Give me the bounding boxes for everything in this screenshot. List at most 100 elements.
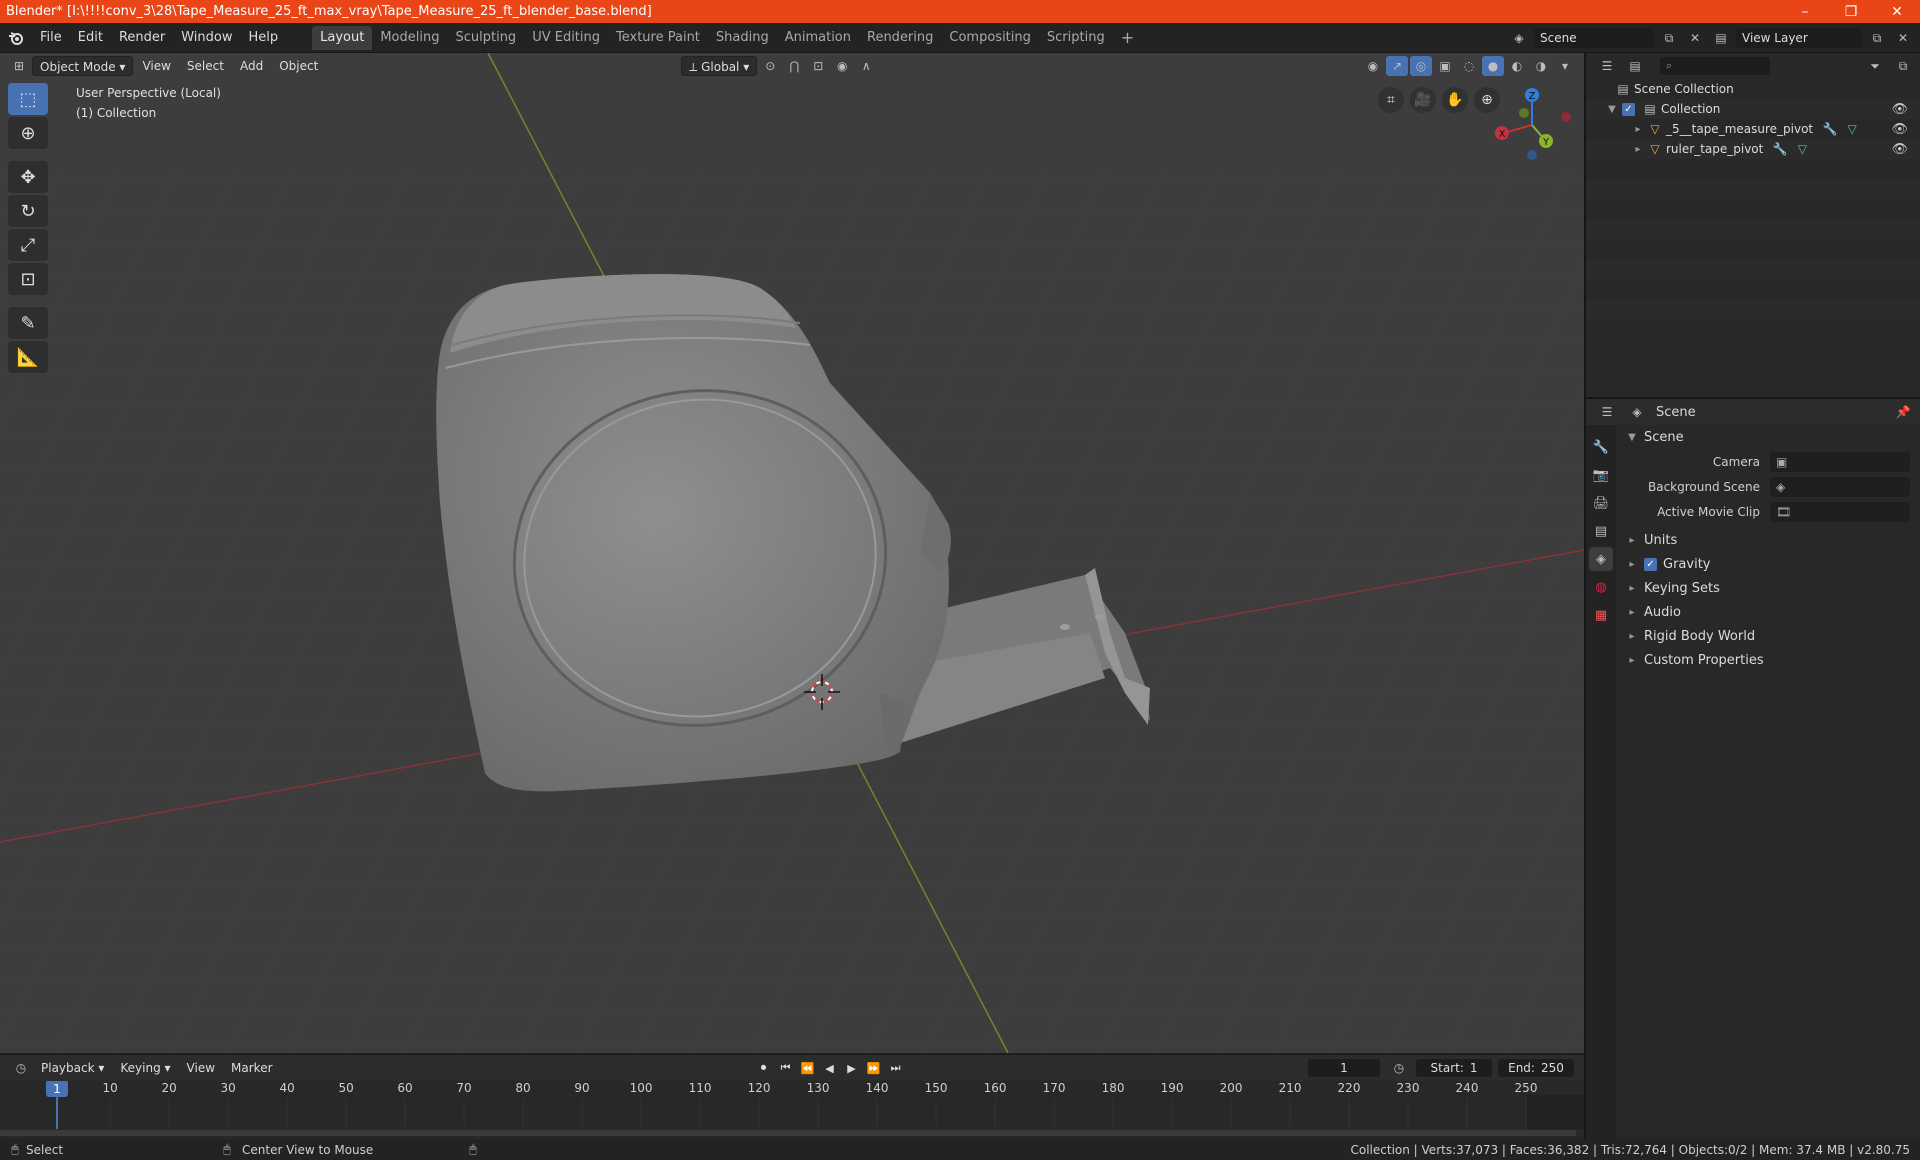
- falloff-icon[interactable]: ∧: [855, 56, 877, 76]
- end-frame-field[interactable]: End: 250: [1498, 1059, 1574, 1077]
- play-icon[interactable]: ▶: [842, 1058, 862, 1078]
- tab-scripting[interactable]: Scripting: [1039, 26, 1113, 50]
- outliner-collection[interactable]: ▼ ✓ ▤ Collection 👁: [1586, 99, 1920, 119]
- current-frame-field[interactable]: 1: [1308, 1059, 1380, 1077]
- world-tab-icon[interactable]: ◍: [1589, 575, 1613, 599]
- scene-panel-header[interactable]: ▼ Scene: [1622, 425, 1920, 449]
- editor-type-icon[interactable]: ⊞: [8, 56, 30, 76]
- outliner-editor-icon[interactable]: ☰: [1596, 56, 1618, 76]
- properties-editor-icon[interactable]: ☰: [1596, 402, 1618, 422]
- audio-panel[interactable]: ▸ Audio: [1622, 600, 1920, 624]
- minimize-button[interactable]: –: [1782, 0, 1828, 23]
- texture-tab-icon[interactable]: ▦: [1589, 603, 1613, 627]
- cursor-tool[interactable]: ⊕: [8, 117, 48, 149]
- expand-arrow-icon[interactable]: ▸: [1632, 144, 1644, 155]
- background-scene-field[interactable]: ◈: [1770, 476, 1910, 497]
- timeline-menu-marker[interactable]: Marker: [224, 1058, 279, 1078]
- select-box-tool[interactable]: ⬚: [8, 83, 48, 115]
- measure-tool[interactable]: 📐: [8, 341, 48, 373]
- jump-start-icon[interactable]: ⏮: [776, 1058, 796, 1078]
- camera-view-icon[interactable]: 🎥: [1410, 87, 1436, 113]
- scene-tab-icon[interactable]: ◈: [1589, 547, 1613, 571]
- move-tool[interactable]: ✥: [8, 161, 48, 193]
- output-tab-icon[interactable]: 🖨: [1589, 491, 1613, 515]
- annotate-tool[interactable]: ✎: [8, 307, 48, 339]
- wireframe-shading-icon[interactable]: ◌: [1458, 56, 1480, 76]
- pin-icon[interactable]: 📌: [1892, 402, 1914, 422]
- clock-icon[interactable]: ◷: [1388, 1058, 1410, 1078]
- custom-properties-panel[interactable]: ▸ Custom Properties: [1622, 648, 1920, 672]
- solid-shading-icon[interactable]: ●: [1482, 56, 1504, 76]
- transform-tool[interactable]: ⊡: [8, 263, 48, 295]
- delete-view-layer-icon[interactable]: ✕: [1892, 28, 1914, 48]
- rotate-tool[interactable]: ↻: [8, 195, 48, 227]
- menu-file[interactable]: File: [32, 27, 70, 49]
- eye-icon[interactable]: 👁: [1891, 122, 1908, 137]
- snap-target-icon[interactable]: ⊡: [807, 56, 829, 76]
- pan-hand-icon[interactable]: ✋: [1442, 87, 1468, 113]
- eye-icon[interactable]: 👁: [1891, 142, 1908, 157]
- mode-selector[interactable]: Object Mode ▾: [32, 56, 134, 76]
- expand-arrow-icon[interactable]: ▸: [1632, 124, 1644, 135]
- display-mode-icon[interactable]: ▤: [1624, 56, 1646, 76]
- tab-texture-paint[interactable]: Texture Paint: [608, 26, 708, 50]
- scale-tool[interactable]: ⤢: [8, 229, 48, 261]
- zoom-icon[interactable]: ⊕: [1474, 87, 1500, 113]
- tab-layout[interactable]: Layout: [312, 25, 373, 50]
- record-icon[interactable]: ⏺: [754, 1058, 774, 1078]
- material-shading-icon[interactable]: ◐: [1506, 56, 1528, 76]
- scene-icon[interactable]: ◈: [1508, 28, 1530, 48]
- next-keyframe-icon[interactable]: ⏩: [864, 1058, 884, 1078]
- timeline-menu-view[interactable]: View: [180, 1058, 222, 1078]
- add-workspace-button[interactable]: +: [1113, 28, 1142, 47]
- tab-animation[interactable]: Animation: [777, 26, 859, 50]
- tool-tab-icon[interactable]: 🔧: [1589, 435, 1613, 459]
- outliner-scene-collection[interactable]: ▤ Scene Collection: [1586, 79, 1920, 99]
- timeline-menu-keying[interactable]: Keying ▾: [113, 1058, 177, 1078]
- tab-rendering[interactable]: Rendering: [859, 26, 941, 50]
- timeline-editor-icon[interactable]: ◷: [10, 1058, 32, 1078]
- eye-icon[interactable]: 👁: [1891, 102, 1908, 117]
- new-scene-icon[interactable]: ⧉: [1658, 28, 1680, 48]
- view-layer-tab-icon[interactable]: ▤: [1589, 519, 1613, 543]
- outliner-object-row[interactable]: ▸ ▽ _5__tape_measure_pivot 🔧 ▽ 👁: [1586, 119, 1920, 139]
- tab-shading[interactable]: Shading: [708, 26, 777, 50]
- viewport-menu-object[interactable]: Object: [272, 56, 325, 76]
- shading-options-icon[interactable]: ▾: [1554, 56, 1576, 76]
- 3d-viewport[interactable]: Z X Y ⊞ Object Mode ▾ View Select Add Ob…: [0, 53, 1584, 1053]
- menu-render[interactable]: Render: [111, 27, 173, 49]
- scene-selector[interactable]: Scene: [1534, 28, 1654, 48]
- outliner-object-row[interactable]: ▸ ▽ ruler_tape_pivot 🔧 ▽ 👁: [1586, 139, 1920, 159]
- outliner-search-input[interactable]: ⌕: [1660, 57, 1770, 75]
- pivot-point-icon[interactable]: ⊙: [759, 56, 781, 76]
- overlay-toggle-icon[interactable]: ◎: [1410, 56, 1432, 76]
- proportional-edit-icon[interactable]: ◉: [831, 56, 853, 76]
- visibility-icon[interactable]: ◉: [1362, 56, 1384, 76]
- delete-scene-icon[interactable]: ✕: [1684, 28, 1706, 48]
- timeline-ruler[interactable]: 10 20 30 40 50 60 70 80 90 100 110 120 130 140 150 160 1…: [0, 1080, 1584, 1139]
- camera-field[interactable]: ▣: [1770, 451, 1910, 472]
- gizmo-toggle-icon[interactable]: ↗: [1386, 56, 1408, 76]
- units-panel[interactable]: ▸ Units: [1622, 528, 1920, 552]
- collection-checkbox[interactable]: ✓: [1622, 102, 1635, 116]
- rigid-body-world-panel[interactable]: ▸ Rigid Body World: [1622, 624, 1920, 648]
- tab-sculpting[interactable]: Sculpting: [447, 26, 524, 50]
- tab-compositing[interactable]: Compositing: [941, 26, 1039, 50]
- tab-modeling[interactable]: Modeling: [372, 26, 447, 50]
- timeline-menu-playback[interactable]: Playback ▾: [34, 1058, 111, 1078]
- close-button[interactable]: ✕: [1874, 0, 1920, 23]
- tab-uv-editing[interactable]: UV Editing: [524, 26, 608, 50]
- maximize-button[interactable]: ❐: [1828, 0, 1874, 23]
- viewport-menu-view[interactable]: View: [135, 56, 177, 76]
- gravity-checkbox[interactable]: ✓: [1644, 557, 1657, 571]
- new-view-layer-icon[interactable]: ⧉: [1866, 28, 1888, 48]
- toggle-perspective-icon[interactable]: ⌗: [1378, 87, 1404, 113]
- viewport-scene[interactable]: Z X Y: [0, 53, 1584, 1053]
- rendered-shading-icon[interactable]: ◑: [1530, 56, 1552, 76]
- gravity-panel[interactable]: ▸ ✓ Gravity: [1622, 552, 1920, 576]
- jump-end-icon[interactable]: ⏭: [886, 1058, 906, 1078]
- view-layer-icon[interactable]: ▤: [1710, 28, 1732, 48]
- render-tab-icon[interactable]: 📷: [1589, 463, 1613, 487]
- viewport-menu-add[interactable]: Add: [233, 56, 270, 76]
- prev-keyframe-icon[interactable]: ⏪: [798, 1058, 818, 1078]
